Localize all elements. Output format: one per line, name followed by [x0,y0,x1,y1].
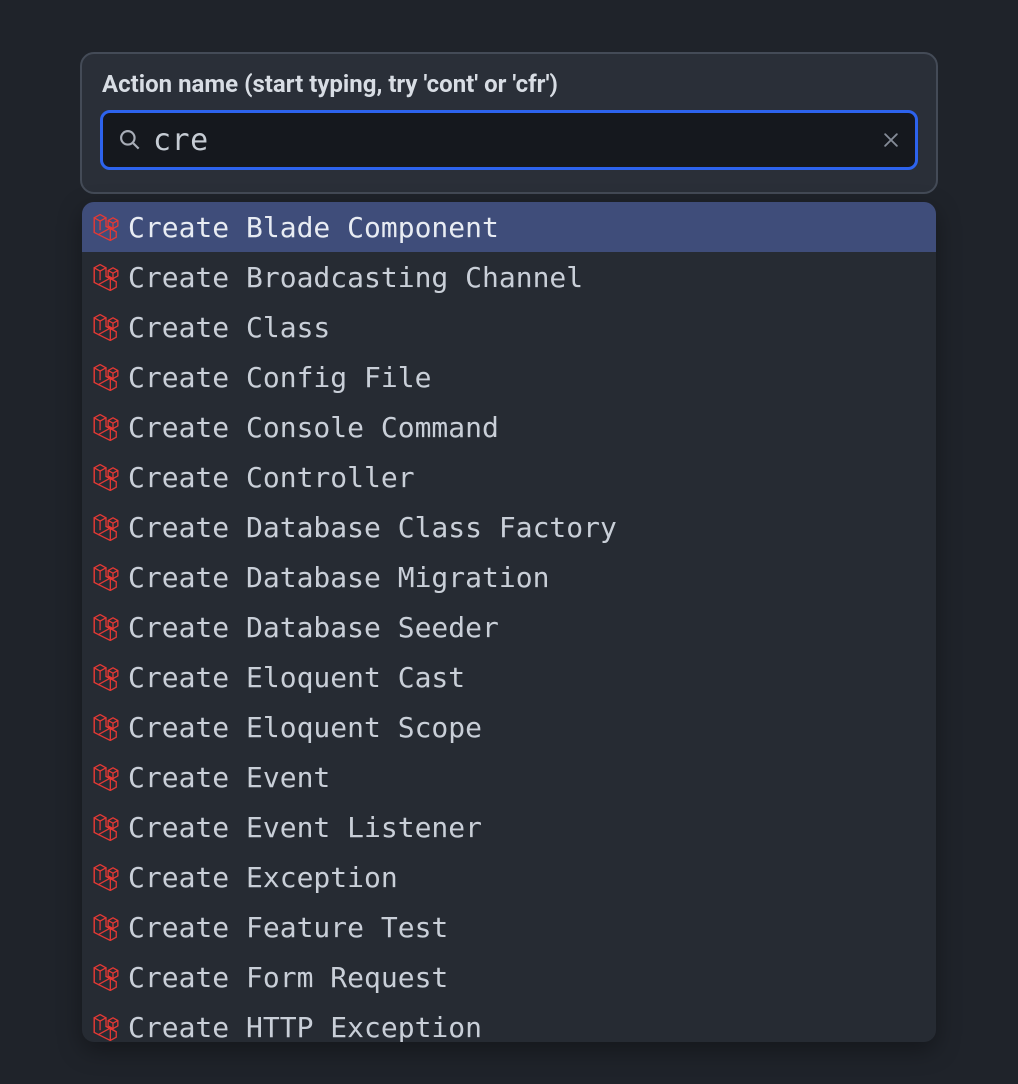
laravel-icon [92,913,120,941]
result-label: Create Console Command [128,411,924,444]
result-label: Create Database Seeder [128,611,924,644]
search-input-row [100,110,918,170]
search-icon[interactable] [117,127,143,153]
result-label: Create Class [128,311,924,344]
result-item[interactable]: Create Config File [82,352,936,402]
result-item[interactable]: Create Eloquent Scope [82,702,936,752]
result-label: Create Eloquent Scope [128,711,924,744]
result-item[interactable]: Create Event Listener [82,802,936,852]
result-item[interactable]: Create Database Migration [82,552,936,602]
laravel-icon [92,313,120,341]
result-item[interactable]: Create Controller [82,452,936,502]
search-label: Action name (start typing, try 'cont' or… [102,70,918,98]
results-dropdown: Create Blade Component Create Broadcasti… [82,202,936,1042]
result-label: Create Broadcasting Channel [128,261,924,294]
laravel-icon [92,813,120,841]
laravel-icon [92,213,120,241]
clear-button[interactable] [881,130,901,150]
result-item[interactable]: Create Feature Test [82,902,936,952]
result-label: Create Exception [128,861,924,894]
laravel-icon [92,863,120,891]
result-item[interactable]: Create HTTP Exception [82,1002,936,1042]
laravel-icon [92,763,120,791]
result-item[interactable]: Create Class [82,302,936,352]
laravel-icon [92,413,120,441]
laravel-icon [92,663,120,691]
result-label: Create HTTP Exception [128,1011,924,1043]
result-item[interactable]: Create Blade Component [82,202,936,252]
result-item[interactable]: Create Console Command [82,402,936,452]
result-label: Create Database Migration [128,561,924,594]
result-label: Create Database Class Factory [128,511,924,544]
laravel-icon [92,963,120,991]
laravel-icon [92,613,120,641]
result-label: Create Form Request [128,961,924,994]
result-label: Create Event Listener [128,811,924,844]
result-item[interactable]: Create Form Request [82,952,936,1002]
laravel-icon [92,713,120,741]
result-label: Create Feature Test [128,911,924,944]
action-search-panel: Action name (start typing, try 'cont' or… [80,52,938,194]
result-label: Create Event [128,761,924,794]
result-item[interactable]: Create Broadcasting Channel [82,252,936,302]
result-item[interactable]: Create Event [82,752,936,802]
laravel-icon [92,513,120,541]
laravel-icon [92,563,120,591]
result-label: Create Eloquent Cast [128,661,924,694]
result-item[interactable]: Create Database Class Factory [82,502,936,552]
action-search-input[interactable] [153,123,871,158]
laravel-icon [92,1013,120,1041]
result-label: Create Blade Component [128,211,924,244]
result-item[interactable]: Create Exception [82,852,936,902]
result-item[interactable]: Create Database Seeder [82,602,936,652]
laravel-icon [92,463,120,491]
result-label: Create Controller [128,461,924,494]
result-label: Create Config File [128,361,924,394]
result-item[interactable]: Create Eloquent Cast [82,652,936,702]
laravel-icon [92,263,120,291]
laravel-icon [92,363,120,391]
